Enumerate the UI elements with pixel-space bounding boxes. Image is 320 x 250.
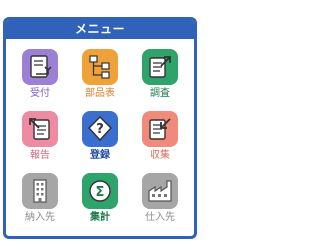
hierarchy-tree-icon	[82, 49, 118, 85]
menu-item-label: 調査	[150, 88, 170, 99]
question-diamond-icon: ?	[82, 111, 118, 147]
menu-item-shiiresaki[interactable]: 仕入先	[130, 167, 190, 229]
menu-panel: メニュー 受付 部品表 調査 報告 ? 登録 収集 納入先 Σ 集計 仕入先	[3, 17, 197, 239]
document-arrow-icon	[142, 49, 178, 85]
menu-item-label: 収集	[150, 150, 170, 161]
sigma-icon: Σ	[82, 173, 118, 209]
menu-item-chosa[interactable]: 調査	[130, 43, 190, 105]
menu-item-uketsuke[interactable]: 受付	[10, 43, 70, 105]
svg-text:Σ: Σ	[96, 185, 105, 200]
collect-document-icon	[142, 111, 178, 147]
menu-item-buhinhyo[interactable]: 部品表	[70, 43, 130, 105]
menu-item-toroku[interactable]: ? 登録	[70, 105, 130, 167]
menu-item-label: 仕入先	[145, 212, 175, 223]
menu-item-label: 受付	[30, 88, 50, 99]
menu-item-label: 集計	[90, 212, 110, 223]
menu-item-hokoku[interactable]: 報告	[10, 105, 70, 167]
menu-item-label: 部品表	[85, 88, 115, 99]
report-document-icon	[22, 111, 58, 147]
menu-item-shukei[interactable]: Σ 集計	[70, 167, 130, 229]
menu-item-shushu[interactable]: 収集	[130, 105, 190, 167]
menu-grid: 受付 部品表 調査 報告 ? 登録 収集 納入先 Σ 集計 仕入先	[6, 39, 194, 236]
building-icon	[22, 173, 58, 209]
menu-title: メニュー	[6, 20, 194, 39]
menu-item-nonyusaki[interactable]: 納入先	[10, 167, 70, 229]
menu-item-label: 登録	[90, 150, 110, 161]
factory-icon	[142, 173, 178, 209]
menu-item-label: 報告	[30, 150, 50, 161]
menu-item-label: 納入先	[25, 212, 55, 223]
receipt-document-icon	[22, 49, 58, 85]
svg-text:?: ?	[96, 122, 104, 137]
